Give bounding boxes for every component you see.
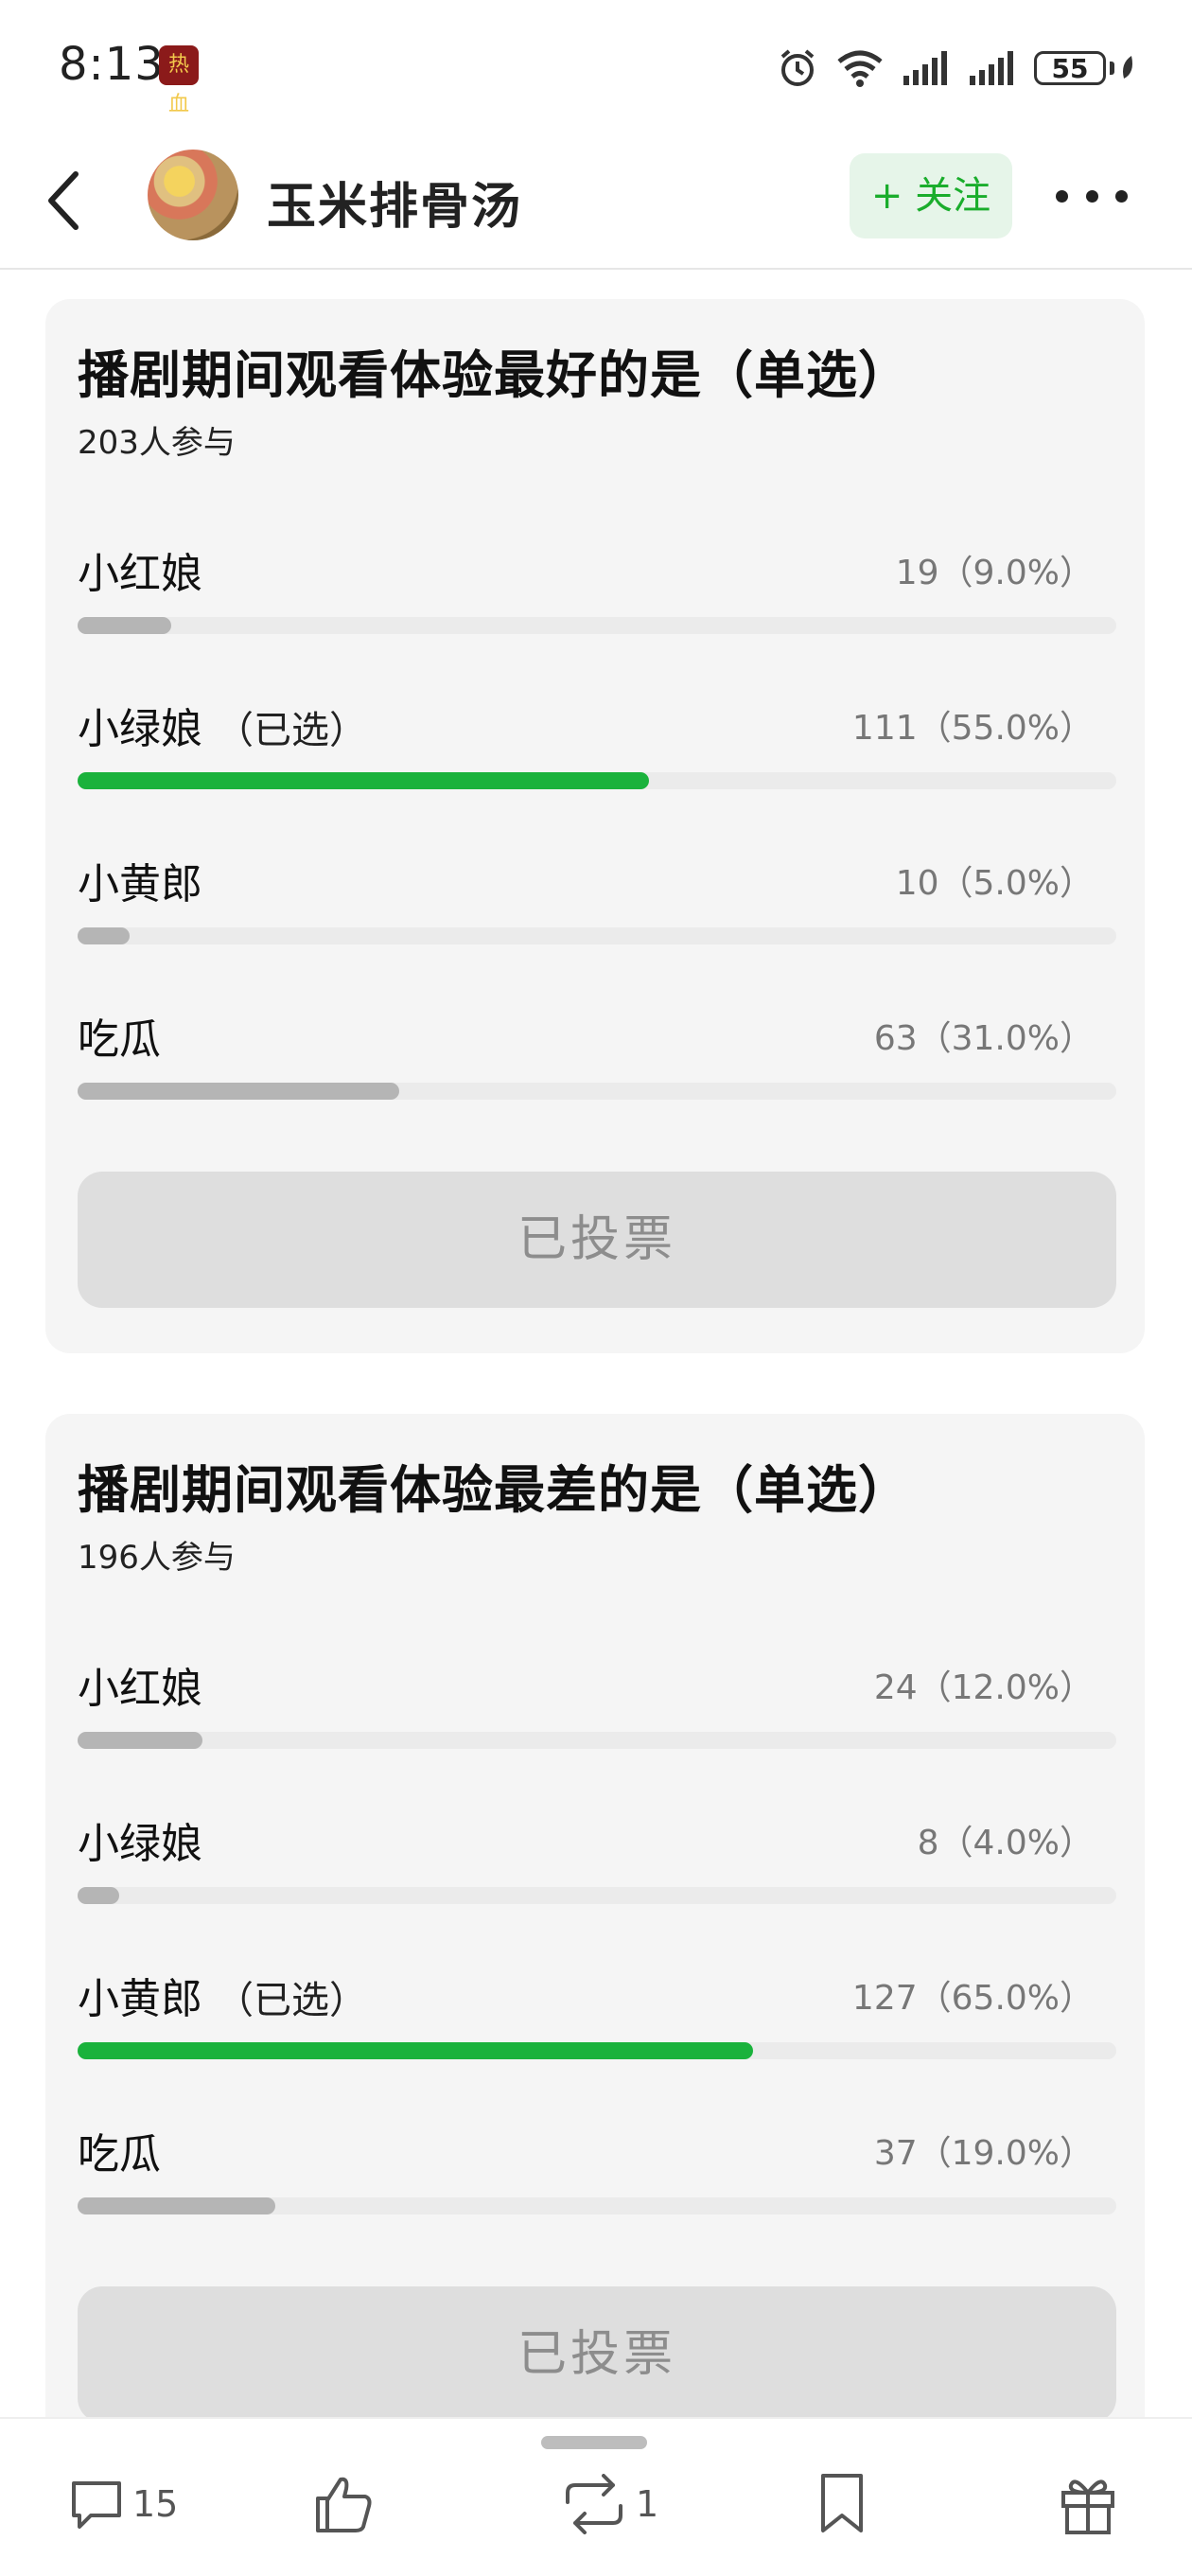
- account-name[interactable]: 玉米排骨汤: [267, 167, 522, 238]
- option-result: 37（19.0%）: [873, 2134, 1094, 2173]
- option-bar-track: [78, 2042, 1116, 2059]
- option-label: 吃瓜: [78, 1015, 161, 1064]
- option-label: 小红娘: [78, 1665, 202, 1713]
- bookmark-button[interactable]: [814, 2466, 870, 2542]
- battery-icon: 55: [1034, 51, 1137, 85]
- option-label: 小绿娘: [78, 1820, 202, 1868]
- poll-title: 播剧期间观看体验最差的是（单选）: [78, 1460, 910, 1520]
- like-button[interactable]: [312, 2466, 377, 2542]
- option-result: 10（5.0%）: [895, 864, 1094, 903]
- poll-option[interactable]: 小绿娘 8（4.0%）: [78, 1809, 1116, 1914]
- bookmark-icon: [821, 2474, 863, 2532]
- option-result: 63（31.0%）: [873, 1019, 1094, 1058]
- back-icon: [48, 171, 79, 230]
- poll-card: 播剧期间观看体验最好的是（单选） 203人参与 小红娘 19（9.0%） 小绿娘…: [45, 299, 1145, 1353]
- poll-option[interactable]: 吃瓜 63（31.0%）: [78, 1005, 1116, 1109]
- option-label: 小绿娘: [78, 705, 202, 753]
- poll-option[interactable]: 小红娘 19（9.0%）: [78, 539, 1116, 644]
- poll-option[interactable]: 小黄郎 10（5.0%）: [78, 850, 1116, 954]
- option-result: 111（55.0%）: [851, 709, 1094, 748]
- poll-title: 播剧期间观看体验最好的是（单选）: [78, 345, 910, 405]
- gift-icon: [1061, 2479, 1114, 2534]
- status-time: 8:13: [59, 38, 165, 91]
- option-bar-fill: [78, 927, 130, 944]
- wifi-icon: [835, 48, 885, 88]
- option-result: 19（9.0%）: [895, 554, 1094, 592]
- option-bar-track: [78, 1083, 1116, 1100]
- comment-button[interactable]: 15: [66, 2466, 178, 2542]
- option-bar-fill: [78, 1083, 400, 1100]
- option-bar-fill: [78, 1732, 202, 1749]
- gift-button[interactable]: [1058, 2466, 1118, 2542]
- option-bar-track: [78, 927, 1116, 944]
- option-label: 小红娘: [78, 550, 202, 598]
- option-selected-tag: （已选）: [216, 1979, 367, 2022]
- option-bar-fill: [78, 2042, 753, 2059]
- bottom-action-bar: 15 1: [0, 2417, 1192, 2576]
- option-label: 吃瓜: [78, 2130, 161, 2179]
- option-bar-fill: [78, 2197, 275, 2214]
- option-bar-fill: [78, 617, 171, 634]
- drag-handle[interactable]: [541, 2436, 647, 2449]
- option-bar-fill: [78, 1887, 119, 1904]
- more-icon[interactable]: [1056, 172, 1128, 220]
- option-bar-track: [78, 617, 1116, 634]
- repost-count: 1: [636, 2483, 659, 2525]
- comment-icon: [72, 2481, 121, 2529]
- app-notification-badge: 热血: [159, 45, 199, 116]
- voted-button[interactable]: 已投票: [78, 2286, 1116, 2423]
- option-bar-track: [78, 2197, 1116, 2214]
- option-label: 小黄郎: [78, 1975, 202, 2023]
- poll-option[interactable]: 小红娘 24（12.0%）: [78, 1654, 1116, 1758]
- like-icon: [316, 2477, 372, 2532]
- follow-button[interactable]: + 关注: [850, 153, 1012, 238]
- option-bar-fill: [78, 772, 649, 789]
- option-selected-tag: （已选）: [216, 709, 367, 752]
- poll-option[interactable]: 吃瓜 37（19.0%）: [78, 2120, 1116, 2224]
- option-result: 24（12.0%）: [873, 1668, 1094, 1707]
- post-header: 玉米排骨汤 + 关注: [0, 132, 1192, 270]
- poll-participants: 203人参与: [78, 424, 236, 462]
- comment-count: 15: [132, 2483, 179, 2525]
- poll-card: 播剧期间观看体验最差的是（单选） 196人参与 小红娘 24（12.0%） 小绿…: [45, 1414, 1145, 2574]
- repost-icon: [566, 2474, 622, 2534]
- option-bar-track: [78, 772, 1116, 789]
- battery-level: 55: [1034, 51, 1106, 85]
- signal-icon: [968, 49, 1017, 87]
- alarm-icon: [777, 47, 818, 89]
- repost-button[interactable]: 1: [558, 2466, 658, 2542]
- status-bar: 8:13 热血 55: [0, 0, 1192, 132]
- option-result: 127（65.0%）: [851, 1979, 1094, 2018]
- poll-option[interactable]: 小黄郎 （已选） 127（65.0%）: [78, 1965, 1116, 2069]
- status-icons: 55: [777, 42, 1137, 95]
- signal-icon: [902, 49, 951, 87]
- avatar[interactable]: [148, 150, 238, 240]
- option-label: 小黄郎: [78, 860, 202, 909]
- poll-participants: 196人参与: [78, 1539, 236, 1577]
- poll-option[interactable]: 小绿娘 （已选） 111（55.0%）: [78, 695, 1116, 799]
- option-bar-track: [78, 1887, 1116, 1904]
- option-bar-track: [78, 1732, 1116, 1749]
- voted-button[interactable]: 已投票: [78, 1172, 1116, 1308]
- option-result: 8（4.0%）: [917, 1824, 1094, 1862]
- back-button[interactable]: [38, 163, 95, 238]
